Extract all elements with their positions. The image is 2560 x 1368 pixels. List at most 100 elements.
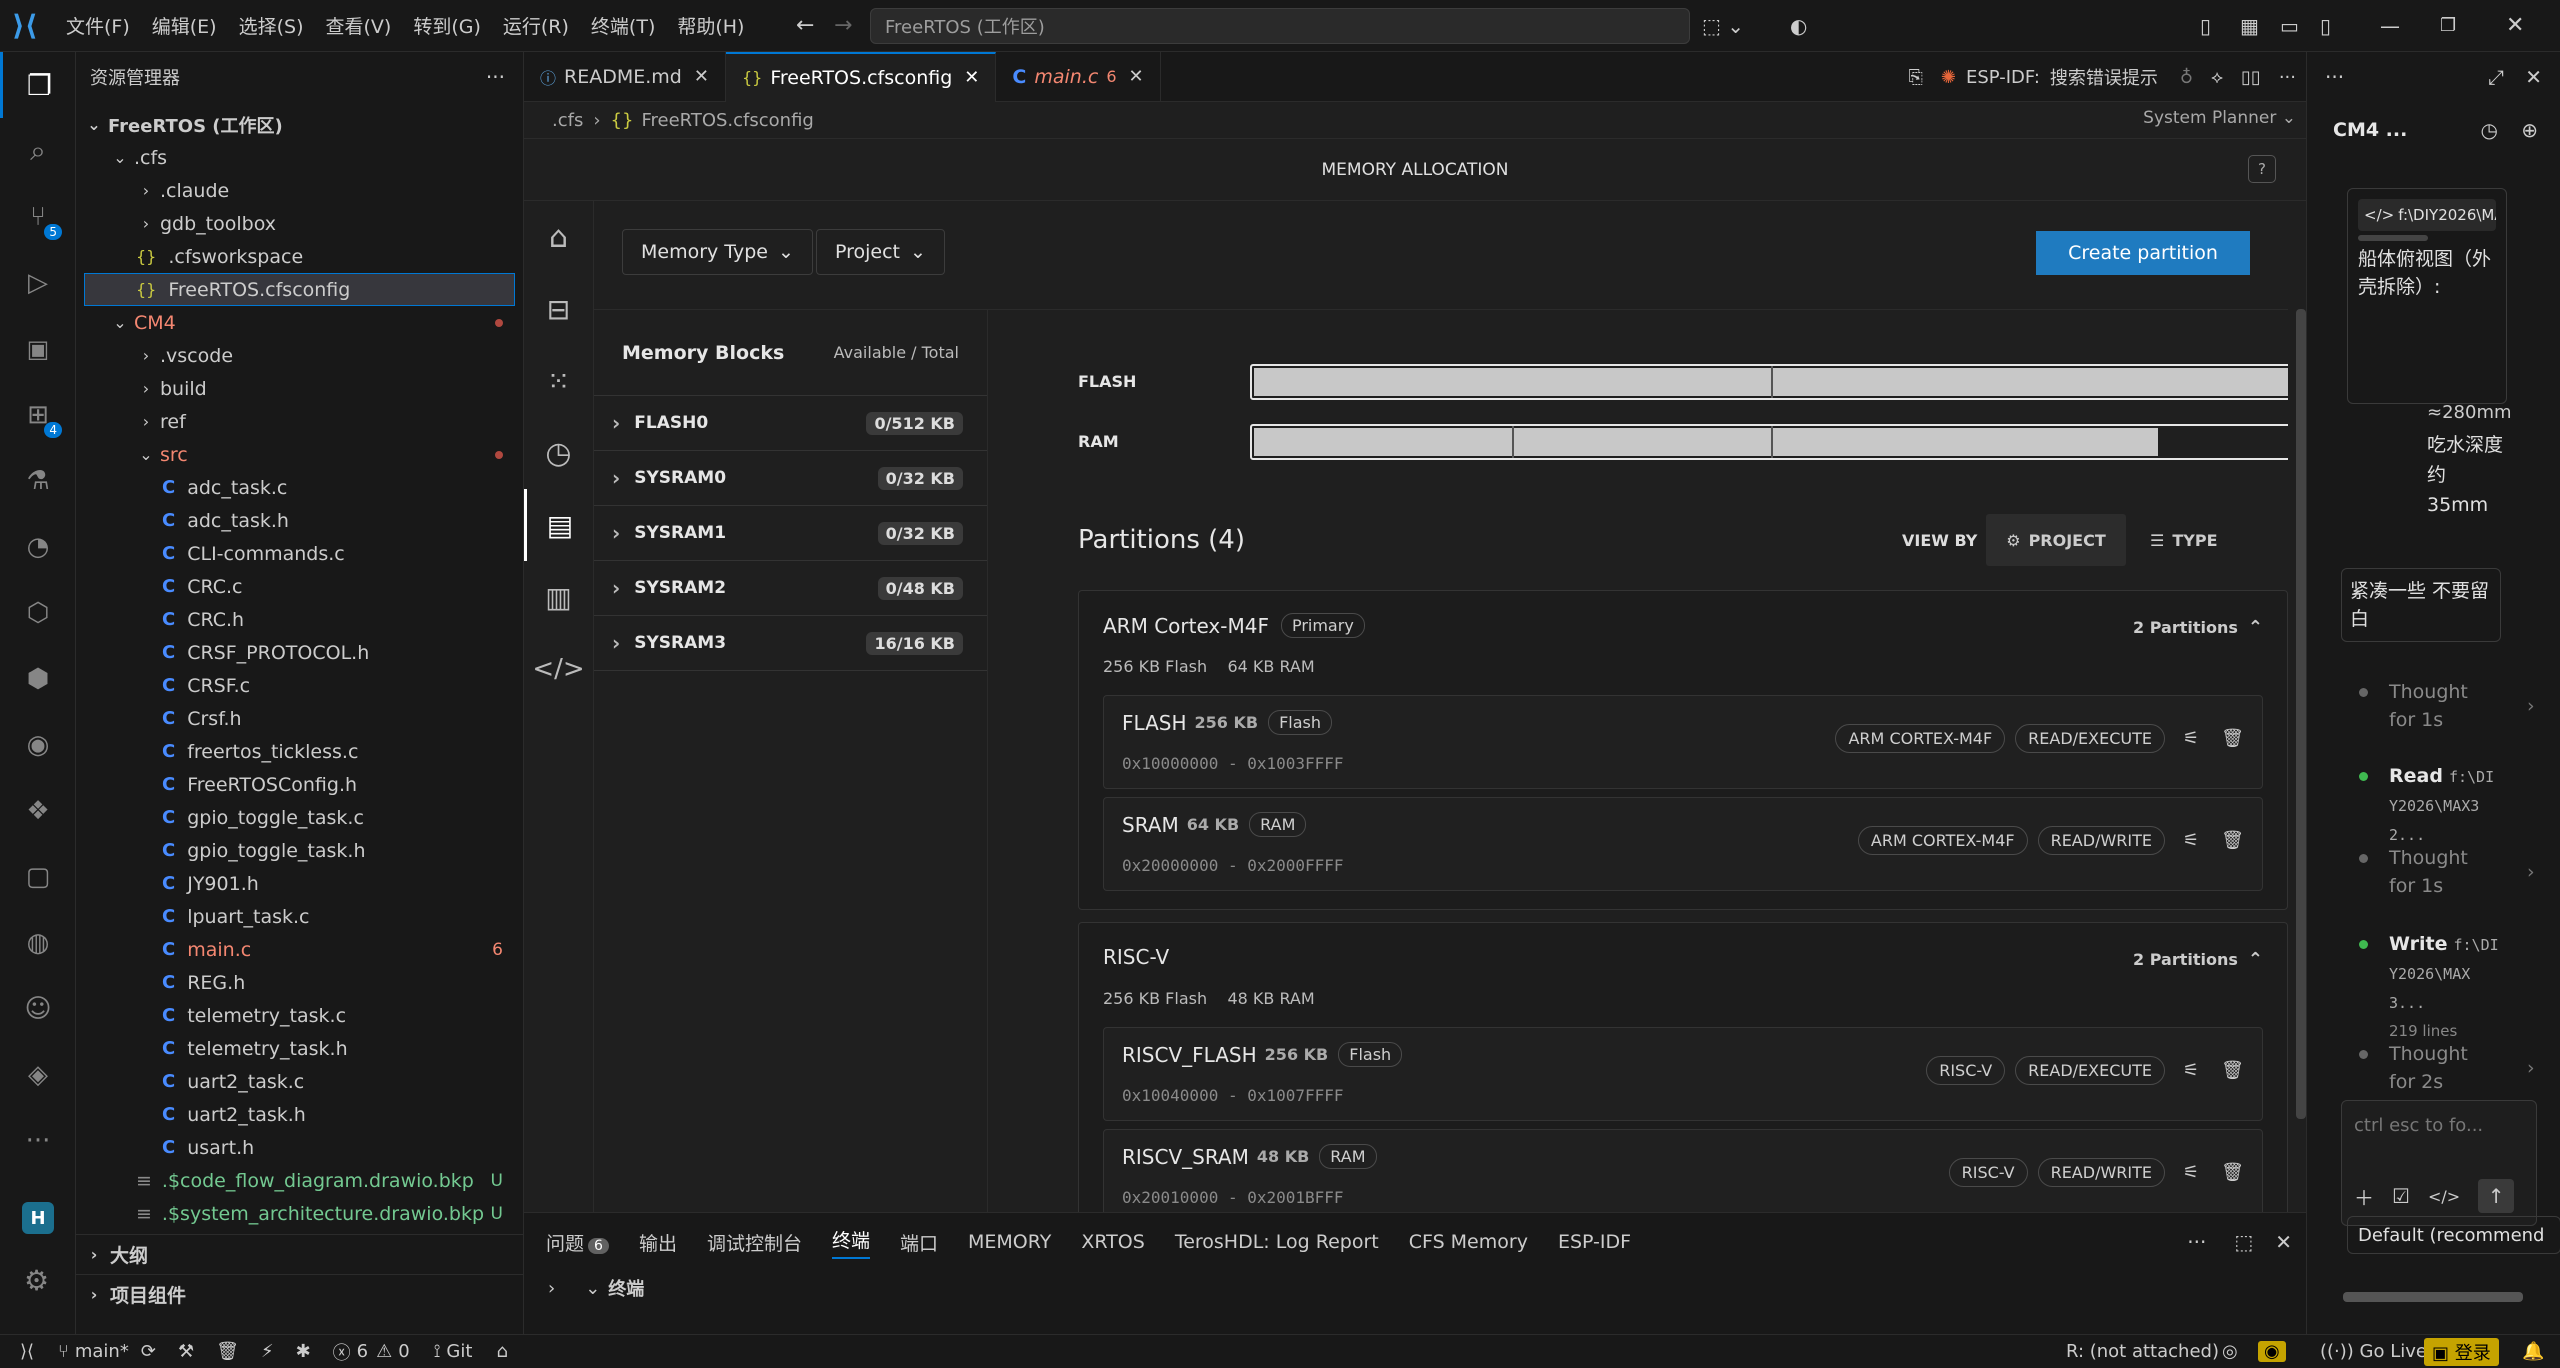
memory-icon[interactable]: ▤: [524, 489, 593, 561]
open-preview-icon[interactable]: ⎘: [1908, 67, 1922, 88]
back-arrow-icon[interactable]: ←: [796, 13, 814, 38]
tree-item[interactable]: {} FreeRTOS.cfsconfig: [84, 273, 515, 306]
close-tab-icon[interactable]: ✕: [964, 67, 979, 88]
more-views-icon[interactable]: ···: [0, 1108, 76, 1174]
accounts-shield-icon[interactable]: ◐: [1790, 14, 1807, 38]
memory-block-row[interactable]: › FLASH0 0/512 KB: [594, 396, 987, 451]
close-window-icon[interactable]: ✕: [2506, 13, 2524, 38]
warning-count[interactable]: 0: [398, 1341, 409, 1362]
debug-bug-icon[interactable]: ✱: [296, 1341, 311, 1362]
menu-item[interactable]: 查看(V): [326, 12, 392, 39]
close-panel-icon[interactable]: ✕: [2275, 1230, 2292, 1254]
edit-icon[interactable]: ☑: [2392, 1184, 2410, 1208]
tree-item[interactable]: C Crsf.h: [76, 702, 523, 735]
tree-item[interactable]: › ref: [76, 405, 523, 438]
edit-settings-icon[interactable]: ⚟: [2183, 1162, 2199, 1183]
customize-layout-icon[interactable]: ▦: [2240, 14, 2259, 38]
explorer-more-icon[interactable]: ···: [486, 65, 505, 89]
tree-item[interactable]: › .claude: [76, 174, 523, 207]
editor-tab[interactable]: ⓘ README.md ✕: [524, 51, 726, 102]
panel-tab[interactable]: 问题 6: [546, 1229, 609, 1256]
editor-tab[interactable]: {} FreeRTOS.cfsconfig ✕: [725, 51, 997, 102]
tree-item[interactable]: Cfreertos_tickless.c: [76, 735, 523, 768]
remote-indicator-icon[interactable]: ⟩⟨: [20, 1341, 34, 1362]
editor-tab[interactable]: Cmain.c 6 ✕: [996, 51, 1161, 102]
edit-settings-icon[interactable]: ⚟: [2183, 728, 2199, 749]
tree-item[interactable]: C CLI-commands.c: [76, 537, 523, 570]
platformio-icon[interactable]: ◉: [0, 712, 76, 778]
pin-config-icon[interactable]: ⊟: [524, 273, 593, 345]
flash-icon[interactable]: ⚡: [261, 1341, 274, 1362]
tree-item[interactable]: Cgpio_toggle_task.c: [76, 801, 523, 834]
delete-trash-icon[interactable]: 🗑: [2221, 728, 2244, 749]
toggle-panel-icon[interactable]: ▭: [2280, 14, 2299, 38]
chat-step[interactable]: Thought for 1s ›: [2359, 844, 2549, 900]
teroshdl-icon[interactable]: ◈: [0, 1042, 76, 1108]
remote-explorer-icon[interactable]: ▣: [0, 316, 76, 382]
testing-flask-icon[interactable]: ⚗: [0, 448, 76, 514]
tree-item[interactable]: C CRSF_PROTOCOL.h: [76, 636, 523, 669]
tree-item[interactable]: Cmain.c 6: [76, 933, 523, 966]
toggle-secondary-sidebar-icon[interactable]: ▯: [2320, 14, 2331, 38]
panel-tab[interactable]: XRTOS: [1081, 1231, 1144, 1253]
tree-item[interactable]: ⌄ .cfs: [76, 141, 523, 174]
tree-item[interactable]: Ctelemetry_task.h: [76, 1032, 523, 1065]
chat-step[interactable]: Write f:\DIY2026\MAX3... 219 lines: [2359, 930, 2549, 1045]
command-center-search[interactable]: FreeRTOS (工作区): [870, 8, 1690, 44]
path-chip[interactable]: </> f:\DIY2026\MA: [2358, 199, 2496, 231]
history-icon[interactable]: ◷: [2481, 118, 2498, 142]
search-error-hint-button[interactable]: 搜索错误提示: [2050, 64, 2158, 90]
project-components-section[interactable]: › 项目组件: [76, 1274, 524, 1314]
model-selector[interactable]: Default (recommend: [2347, 1216, 2560, 1254]
tree-item[interactable]: Cusart.h: [76, 1131, 523, 1164]
tree-item[interactable]: Ctelemetry_task.c: [76, 999, 523, 1032]
partition-group-toggle[interactable]: 2 Partitions ⌃: [2133, 617, 2263, 638]
view-by-type-toggle[interactable]: ☰ TYPE: [2150, 514, 2218, 566]
attached-status[interactable]: R: (not attached): [2066, 1341, 2219, 1362]
copilot-icon[interactable]: ⬚ ⌄: [1702, 14, 1744, 38]
run-debug-icon[interactable]: ▷: [0, 250, 76, 316]
python-icon[interactable]: ❖: [0, 778, 76, 844]
chat-step[interactable]: Thought for 1s ›: [2359, 678, 2549, 734]
chat-maximize-icon[interactable]: ⤢: [2488, 65, 2504, 89]
chevron-right-icon[interactable]: ›: [548, 1278, 555, 1299]
partition-card[interactable]: RISCV_FLASH 256 KB Flash 0x10040000 - 0x100…: [1103, 1027, 2263, 1121]
breadcrumb-item[interactable]: .cfs: [552, 110, 583, 131]
menu-item[interactable]: 编辑(E): [152, 12, 217, 39]
code-generation-icon[interactable]: </>: [524, 633, 593, 705]
tree-item[interactable]: Cadc_task.h: [76, 504, 523, 537]
tree-item[interactable]: Cadc_task.c: [76, 471, 523, 504]
panel-tab[interactable]: TerosHDL: Log Report: [1175, 1231, 1379, 1253]
error-count[interactable]: 6: [357, 1341, 368, 1362]
panel-tab[interactable]: 输出: [639, 1229, 677, 1256]
panel-tab[interactable]: ESP-IDF: [1558, 1231, 1631, 1253]
tree-item[interactable]: ≡ .$code_flow_diagram.drawio.bkp U: [76, 1164, 523, 1197]
tree-item[interactable]: ≡ .$system_architecture.drawio.bkp U: [76, 1197, 523, 1230]
tree-item[interactable]: C REG.h: [76, 966, 523, 999]
minimize-icon[interactable]: —: [2380, 14, 2400, 38]
clock-config-icon[interactable]: ◷: [524, 417, 593, 489]
tree-item[interactable]: {} .cfsworkspace: [76, 240, 523, 273]
system-planner-dropdown[interactable]: System Planner ⌄: [2143, 108, 2296, 128]
espidf-flame-icon[interactable]: ✺: [1941, 67, 1956, 88]
explorer-icon[interactable]: ❐: [0, 52, 76, 118]
chat-close-icon[interactable]: ✕: [2525, 65, 2542, 89]
code-icon[interactable]: </>: [2428, 1187, 2460, 1206]
robot-icon[interactable]: ☺: [0, 976, 76, 1042]
tools-icon[interactable]: ⚒: [178, 1341, 194, 1362]
home-icon[interactable]: ⌂: [524, 201, 593, 273]
panel-tab[interactable]: CFS Memory: [1409, 1231, 1528, 1253]
partition-card[interactable]: SRAM 64 KB RAM 0x20000000 - 0x2000FFFF ARM C…: [1103, 797, 2263, 891]
tree-item[interactable]: ⌄ src: [76, 438, 523, 471]
edit-settings-icon[interactable]: ⚟: [2183, 830, 2199, 851]
partition-card[interactable]: RISCV_SRAM 48 KB RAM 0x20010000 - 0x2001BFF…: [1103, 1129, 2263, 1213]
panel-tab[interactable]: 调试控制台: [707, 1229, 802, 1256]
delete-trash-icon[interactable]: 🗑: [2221, 1060, 2244, 1081]
outline-section[interactable]: › 大纲: [76, 1234, 524, 1274]
create-partition-button[interactable]: Create partition: [2036, 231, 2250, 275]
tree-item[interactable]: › build: [76, 372, 523, 405]
menu-item[interactable]: 转到(G): [413, 12, 481, 39]
partition-group-toggle[interactable]: 2 Partitions ⌃: [2133, 949, 2263, 970]
menu-item[interactable]: 终端(T): [591, 12, 655, 39]
git-compare-icon[interactable]: ⟡: [2211, 67, 2223, 88]
